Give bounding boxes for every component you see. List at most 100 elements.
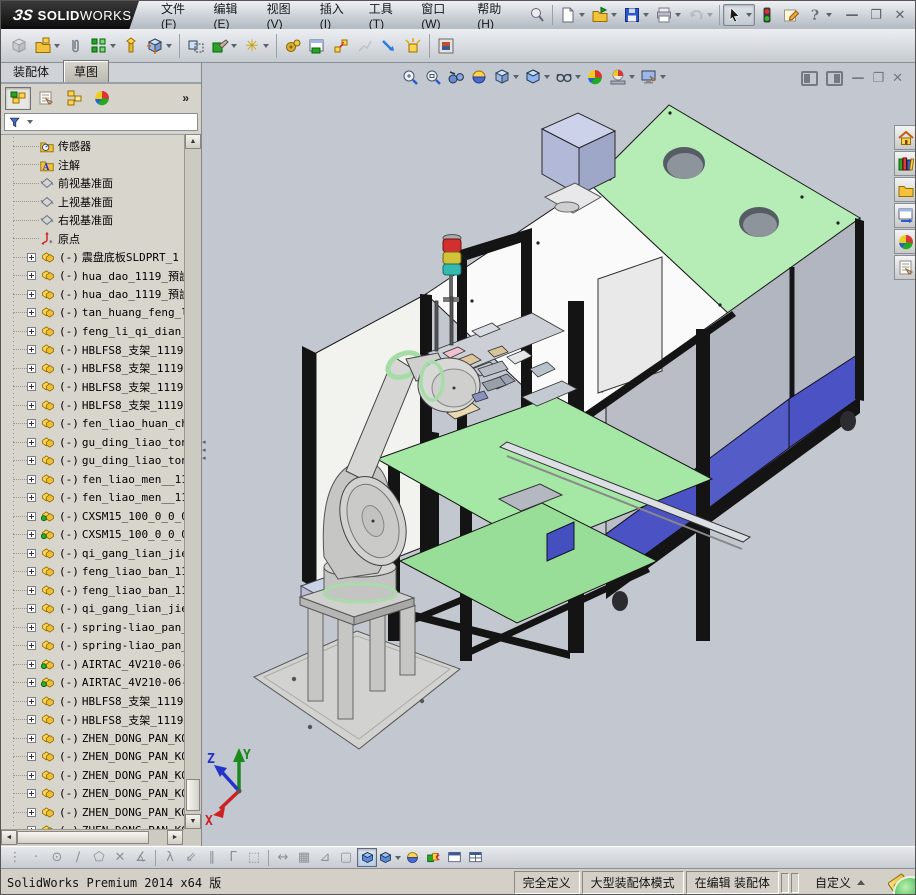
linear-component-pattern-icon[interactable] xyxy=(87,34,119,58)
tree-item[interactable]: (-) qi_gang_lian_jie xyxy=(1,600,184,619)
relation-perpendicular-icon[interactable]: Γ xyxy=(223,848,243,867)
panel-overflow-chevron[interactable]: » xyxy=(182,91,189,105)
smart-fasteners-icon[interactable] xyxy=(119,34,143,58)
filter-funnel-icon[interactable] xyxy=(8,115,22,129)
tree-item[interactable]: 传感器 xyxy=(1,137,184,156)
section-view-icon[interactable] xyxy=(469,67,489,87)
vertical-scroll-thumb[interactable] xyxy=(186,779,200,811)
tree-item[interactable]: 上视基准面 xyxy=(1,193,184,212)
view-orientation-icon[interactable] xyxy=(492,67,520,87)
open-part-icon[interactable] xyxy=(31,34,63,58)
tree-item[interactable]: (-) gu_ding_liao_ton xyxy=(1,433,184,452)
reference-geometry-icon[interactable]: ✳ xyxy=(240,34,272,58)
tree-filter-input[interactable] xyxy=(4,113,198,131)
expand-icon[interactable] xyxy=(27,530,36,540)
tree-item[interactable]: (-)ZHEN_DONG_PAN_KO xyxy=(1,803,184,822)
electrical-box[interactable] xyxy=(540,112,617,196)
interference-detection-icon[interactable] xyxy=(377,34,401,58)
expand-icon[interactable] xyxy=(27,715,36,725)
tree-item[interactable]: (-) fen_liao_men__11 xyxy=(1,470,184,489)
sketch-point-icon[interactable]: · xyxy=(26,848,46,867)
new-motion-study-icon[interactable] xyxy=(281,34,305,58)
viewport-single-icon[interactable] xyxy=(444,848,464,867)
statusbar-custom[interactable]: 自定义 xyxy=(801,872,879,893)
wireframe-view-icon[interactable]: ▢ xyxy=(336,848,356,867)
expand-icon[interactable] xyxy=(27,437,36,447)
expand-icon[interactable] xyxy=(27,641,36,651)
appearances-scenes-icon[interactable] xyxy=(894,229,915,254)
measure-angle-icon[interactable]: ⊿ xyxy=(315,848,335,867)
drag-handle-icon[interactable]: ⋮ xyxy=(5,848,25,867)
tree-item[interactable]: (-) AIRTAC_4V210-06- xyxy=(1,674,184,693)
tree-item[interactable]: (-) fen_liao_huan_ch xyxy=(1,415,184,434)
panel-splitter-handle[interactable]: ◂ ◂ ◂ xyxy=(202,439,208,463)
expand-icon[interactable] xyxy=(27,289,36,299)
expand-icon[interactable] xyxy=(27,678,36,688)
tree-item[interactable]: (-) feng_li_qi_dian_ xyxy=(1,322,184,341)
tree-item[interactable]: (-)ZHEN_DONG_PAN_KO xyxy=(1,748,184,767)
tree-item[interactable]: (-) AIRTAC_4V210-06- xyxy=(1,655,184,674)
expand-icon[interactable] xyxy=(27,252,36,262)
tree-item[interactable]: (-) gu_ding_liao_ton xyxy=(1,452,184,471)
view-settings-icon[interactable] xyxy=(639,67,667,87)
select-cursor-icon[interactable] xyxy=(723,4,755,26)
select-box-icon[interactable]: ⬚ xyxy=(244,848,264,867)
shaded-edges-view-icon[interactable] xyxy=(378,848,401,867)
tree-item[interactable]: * 原点 xyxy=(1,230,184,249)
undo-icon[interactable] xyxy=(684,4,716,26)
tree-item[interactable]: (-) HBLFS8_支架_1119 xyxy=(1,396,184,415)
tree-item[interactable]: (-) HBLFS8_支架_1119 xyxy=(1,378,184,397)
apply-scene-icon[interactable] xyxy=(608,67,636,87)
tree-item[interactable]: (-)ZHEN_DONG_PAN_KO xyxy=(1,766,184,785)
tree-item[interactable]: (-)ZHEN_DONG_PAN_KO xyxy=(1,785,184,804)
tree-item[interactable]: (-) HBLFS8_支架_1119 xyxy=(1,359,184,378)
home-icon[interactable] xyxy=(894,125,915,150)
expand-icon[interactable] xyxy=(27,807,36,817)
filter-caret-icon[interactable] xyxy=(27,120,33,124)
featuremanager-tree-icon[interactable] xyxy=(5,86,31,110)
search-pin-icon[interactable] xyxy=(525,4,549,26)
tree-horizontal-scrollbar[interactable]: ◄ ► xyxy=(1,829,201,845)
exploded-view-icon[interactable] xyxy=(329,34,353,58)
rebuild-traffic-light-icon[interactable] xyxy=(755,4,779,26)
zoom-to-area-icon[interactable] xyxy=(423,67,443,87)
scroll-up-button[interactable]: ▲ xyxy=(185,134,201,149)
view-palette-icon[interactable] xyxy=(894,203,915,228)
sketch-trim-icon[interactable]: ✕ xyxy=(110,848,130,867)
tree-item[interactable]: (-) feng_liao_ban_11 xyxy=(1,581,184,600)
expand-icon[interactable] xyxy=(27,456,36,466)
expand-icon[interactable] xyxy=(27,622,36,632)
relation-coincident-icon[interactable]: ⇙ xyxy=(181,848,201,867)
expand-icon[interactable] xyxy=(27,585,36,595)
tree-item[interactable]: (-) spring-liao_pan_ xyxy=(1,618,184,637)
open-folder-icon[interactable] xyxy=(588,4,620,26)
options-pencil-icon[interactable] xyxy=(779,4,803,26)
design-library-icon[interactable] xyxy=(894,151,915,176)
move-component-icon[interactable] xyxy=(143,34,175,58)
doc-restore-button[interactable]: ❐ xyxy=(872,71,884,86)
previous-view-icon[interactable] xyxy=(446,67,466,87)
sketch-polygon-icon[interactable]: ⬠ xyxy=(89,848,109,867)
cad-model[interactable]: Z Y X xyxy=(202,63,916,846)
tree-item[interactable]: (-)ZHEN_DONG_PAN_KO xyxy=(1,729,184,748)
expand-icon[interactable] xyxy=(27,363,36,373)
doc-close-button[interactable]: ✕ xyxy=(892,71,903,86)
tree-item[interactable]: 前视基准面 xyxy=(1,174,184,193)
expand-icon[interactable] xyxy=(27,493,36,503)
restore-button[interactable]: ❐ xyxy=(867,8,885,23)
expand-icon[interactable] xyxy=(27,511,36,521)
custom-properties-icon[interactable] xyxy=(894,255,915,280)
tree-item[interactable]: (-) HBLFS8_支架_1119 xyxy=(1,692,184,711)
expand-icon[interactable] xyxy=(27,770,36,780)
tree-item[interactable]: (-) qi_gang_lian_jie xyxy=(1,544,184,563)
expand-icon[interactable] xyxy=(27,752,36,762)
save-icon[interactable] xyxy=(620,4,652,26)
expand-icon[interactable] xyxy=(27,659,36,669)
expand-icon[interactable] xyxy=(27,696,36,706)
scroll-down-button[interactable]: ▼ xyxy=(185,814,201,829)
minimize-button[interactable]: — xyxy=(843,8,861,23)
tree-vertical-scrollbar[interactable]: ▲ ▼ xyxy=(184,134,201,829)
expand-icon[interactable] xyxy=(27,789,36,799)
relation-tangent-icon[interactable]: λ xyxy=(160,848,180,867)
tree-item[interactable]: A 注解 xyxy=(1,156,184,175)
